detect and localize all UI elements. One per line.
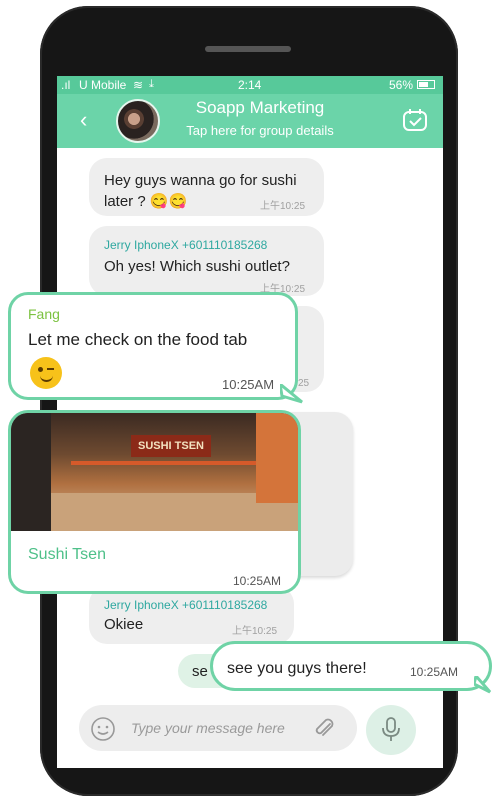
message-time: 10:25AM <box>233 574 282 588</box>
calendar-check-icon[interactable] <box>402 108 428 132</box>
signal-icon: .ıl <box>61 78 71 92</box>
sender-name: Fang <box>28 306 60 322</box>
restaurant-sign: SUSHI TSEN <box>131 435 211 457</box>
battery-percent: 56% <box>389 78 414 92</box>
clock: 2:14 <box>238 78 262 92</box>
group-avatar[interactable] <box>116 99 160 143</box>
callout-tail <box>280 384 303 404</box>
group-title[interactable]: Soapp Marketing <box>170 98 350 118</box>
wink-emoji-icon <box>30 357 62 389</box>
carrier-label: U Mobile <box>79 78 127 92</box>
message-text: later ? 😋😋 <box>104 193 188 210</box>
message-time: 上午10:25 <box>232 626 278 637</box>
message-time: 上午10:25 <box>260 201 306 212</box>
phone-speaker <box>205 46 291 52</box>
mic-button[interactable] <box>366 705 416 755</box>
message-time: 10:25AM <box>222 377 275 392</box>
restaurant-name[interactable]: Sushi Tsen <box>28 546 106 564</box>
message-text: see you guys there! <box>227 660 367 677</box>
message-text: Hey guys wanna go for sushi <box>104 172 297 189</box>
emoji-icon[interactable] <box>90 716 116 742</box>
sender-name: Jerry IphoneX +601110185268 <box>104 238 268 252</box>
attach-icon[interactable] <box>312 716 336 742</box>
restaurant-photo: SUSHI TSEN <box>11 413 298 531</box>
mic-icon <box>382 717 400 741</box>
message-placeholder[interactable]: Type your message here <box>131 720 285 736</box>
callout-tail <box>474 676 492 694</box>
back-icon[interactable]: ‹ <box>80 109 94 131</box>
group-subtitle[interactable]: Tap here for group details <box>170 123 350 138</box>
battery-icon <box>417 80 435 89</box>
message-text: Oh yes! Which sushi outlet? <box>104 258 290 275</box>
sender-name: Jerry IphoneX +601110185268 <box>104 598 268 612</box>
message-text: Let me check on the food tab <box>28 330 248 349</box>
message-time: 10:25AM <box>410 665 459 679</box>
status-bar: .ıl U Mobile ≋ ⤓ 2:14 56% <box>57 76 443 94</box>
message-text: Okiee <box>104 616 144 633</box>
wifi-icon: ≋ <box>133 78 144 92</box>
message-text: se <box>192 663 208 680</box>
download-icon: ⤓ <box>149 78 154 90</box>
